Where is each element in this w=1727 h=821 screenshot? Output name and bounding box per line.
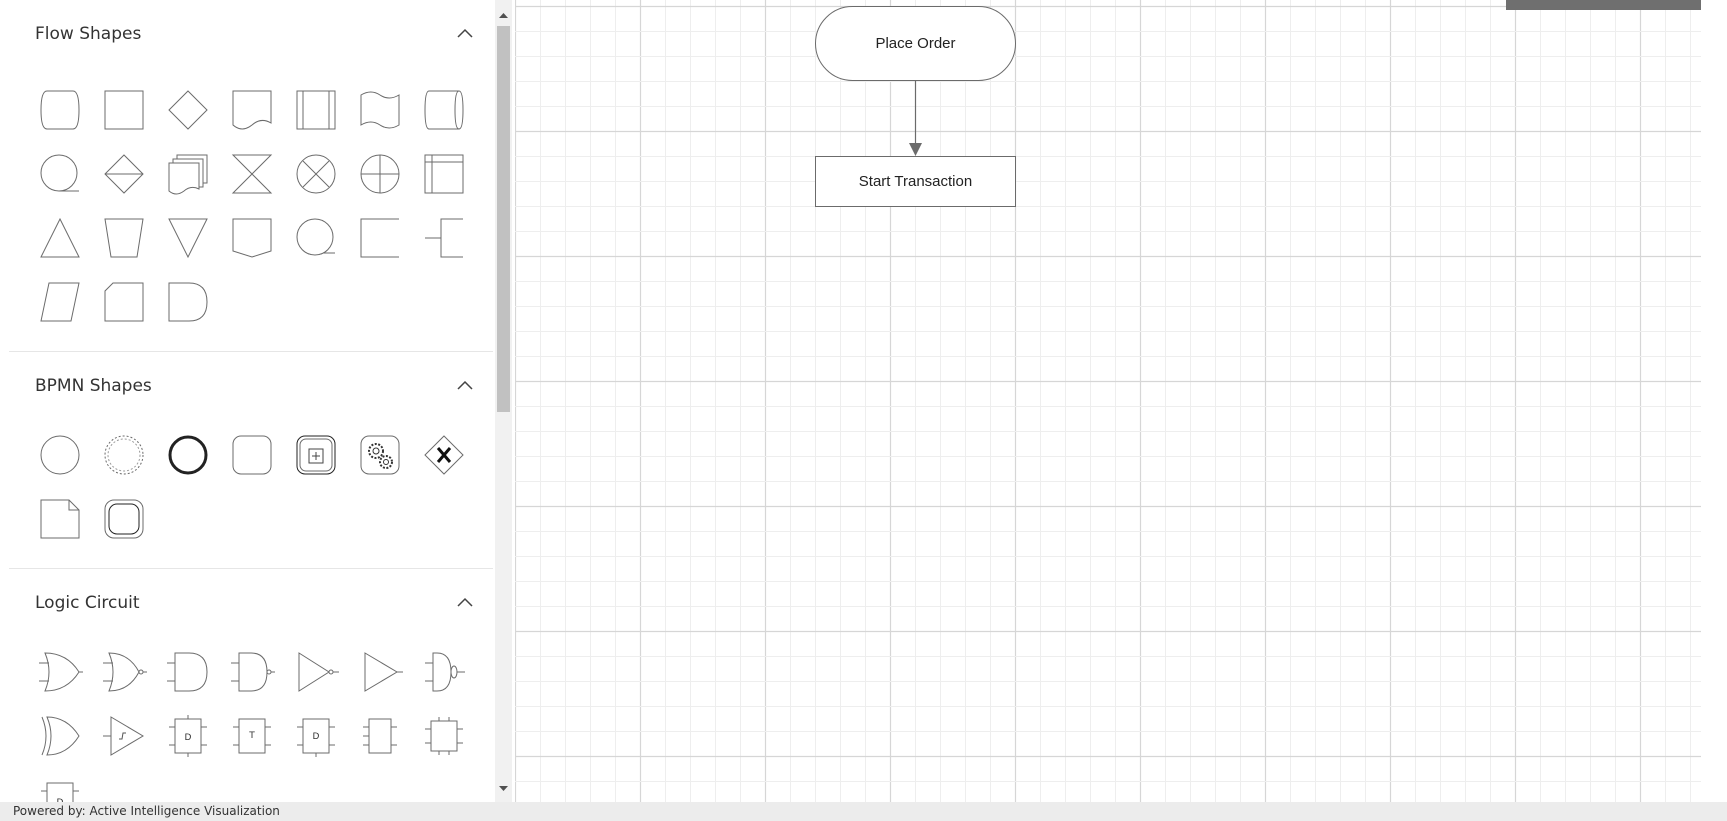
flow-shape-off-page-reference[interactable] <box>229 215 275 261</box>
logic-sr-flip-flop[interactable] <box>357 713 403 759</box>
flow-shape-sequential-access-storage[interactable] <box>293 215 339 261</box>
chevron-up-icon[interactable] <box>455 595 475 609</box>
flow-shape-collate[interactable] <box>229 151 275 197</box>
svg-text:D: D <box>185 733 192 743</box>
flow-shape-delay[interactable] <box>165 279 211 325</box>
bpmn-shape-service-task[interactable] <box>357 432 403 478</box>
logic-and-gate[interactable] <box>165 649 211 695</box>
node-label: Start Transaction <box>858 173 973 190</box>
flow-shape-summing-junction[interactable] <box>293 151 339 197</box>
scroll-down-arrow-icon[interactable] <box>495 782 512 796</box>
powered-by-text: Powered by: Active Intelligence Visualiz… <box>13 804 280 818</box>
flow-shape-annotation-2[interactable] <box>421 215 467 261</box>
logic-circuit-section: Logic Circuit D T D D <box>9 569 493 802</box>
palette-scrollbar[interactable] <box>495 0 512 802</box>
svg-text:T: T <box>248 731 255 741</box>
canvas-margin <box>1701 0 1727 802</box>
bpmn-shape-exclusive-gateway[interactable] <box>421 432 467 478</box>
bpmn-shape-transaction[interactable] <box>101 496 147 542</box>
logic-schmitt-trigger[interactable] <box>101 713 147 759</box>
node-place-order[interactable]: Place Order <box>815 6 1016 81</box>
footer-bar: Powered by: Active Intelligence Visualiz… <box>0 802 1727 821</box>
logic-nor-gate[interactable] <box>101 649 147 695</box>
flow-shape-sort[interactable] <box>101 151 147 197</box>
logic-nor2[interactable] <box>421 649 467 695</box>
section-title: Logic Circuit <box>35 593 140 613</box>
bpmn-shape-data-object[interactable] <box>37 496 83 542</box>
section-title: Flow Shapes <box>35 24 142 44</box>
logic-or-gate[interactable] <box>37 649 83 695</box>
flow-shape-card[interactable] <box>101 279 147 325</box>
diagram-canvas[interactable]: Place Order Start Transaction <box>515 0 1701 802</box>
flow-shape-process[interactable] <box>101 87 147 133</box>
chevron-up-icon[interactable] <box>455 378 475 392</box>
flow-shape-predefined-process[interactable] <box>293 87 339 133</box>
flow-shapes-header[interactable]: Flow Shapes <box>9 0 493 52</box>
bpmn-shapes-header[interactable]: BPMN Shapes <box>9 352 493 404</box>
logic-circuit-header[interactable]: Logic Circuit <box>9 569 493 621</box>
logic-xor-gate[interactable] <box>37 713 83 759</box>
flow-shape-sequential-data[interactable] <box>37 151 83 197</box>
logic-jk-flip-flop[interactable]: D <box>293 713 339 759</box>
logic-counter[interactable] <box>421 713 467 759</box>
bpmn-shape-non-interrupting-event[interactable] <box>101 432 147 478</box>
bpmn-shape-end-event[interactable] <box>165 432 211 478</box>
flow-shape-extract[interactable] <box>37 215 83 261</box>
scroll-thumb[interactable] <box>497 26 510 412</box>
logic-t-flip-flop[interactable]: T <box>229 713 275 759</box>
flow-shapes-section: Flow Shapes <box>9 0 493 352</box>
flow-shape-data[interactable] <box>37 279 83 325</box>
symbol-palette: Flow Shapes BPMN Shapes Logic Circuit D … <box>0 0 496 802</box>
flow-shape-paper-tap[interactable] <box>357 87 403 133</box>
node-start-transaction[interactable]: Start Transaction <box>815 156 1016 207</box>
scroll-up-arrow-icon[interactable] <box>495 8 512 22</box>
connector-arrow[interactable] <box>515 0 1701 802</box>
logic-buffer[interactable] <box>357 649 403 695</box>
flow-shape-manual-operation[interactable] <box>101 215 147 261</box>
flow-shape-internal-storage[interactable] <box>421 151 467 197</box>
logic-d-flip-flop[interactable]: D <box>165 713 211 759</box>
bpmn-shape-task[interactable] <box>229 432 275 478</box>
flow-shape-document[interactable] <box>229 87 275 133</box>
flow-shape-merge[interactable] <box>165 215 211 261</box>
logic-nand-gate[interactable] <box>229 649 275 695</box>
logic-register[interactable]: D <box>37 777 83 802</box>
bpmn-shape-event[interactable] <box>37 432 83 478</box>
flow-shape-terminator[interactable] <box>37 87 83 133</box>
svg-text:D: D <box>313 732 320 742</box>
flow-shape-decision[interactable] <box>165 87 211 133</box>
flow-shape-or[interactable] <box>357 151 403 197</box>
canvas-toolbar[interactable] <box>1506 0 1701 10</box>
bpmn-shapes-section: BPMN Shapes <box>9 352 493 569</box>
logic-not-gate[interactable] <box>293 649 339 695</box>
node-label: Place Order <box>875 35 956 52</box>
flow-shape-direct-data[interactable] <box>421 87 467 133</box>
flow-shape-annotation[interactable] <box>357 215 403 261</box>
chevron-up-icon[interactable] <box>455 26 475 40</box>
bpmn-shape-collapsed-subprocess[interactable] <box>293 432 339 478</box>
flow-shape-multi-document[interactable] <box>165 151 211 197</box>
section-title: BPMN Shapes <box>35 376 152 396</box>
